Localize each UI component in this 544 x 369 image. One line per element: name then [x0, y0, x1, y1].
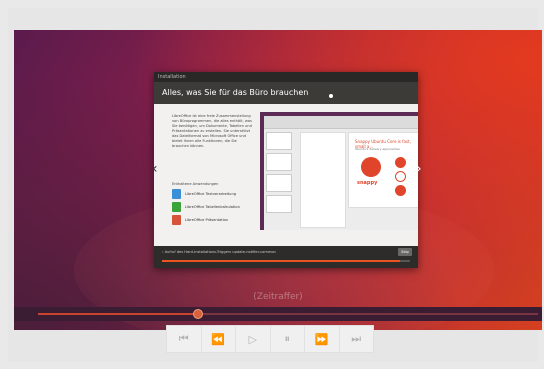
included-apps: Enthaltene Anwendungen LibreOffice Textv… [172, 182, 252, 228]
carousel-next-icon[interactable]: › [416, 162, 422, 176]
installer-header: Alles, was Sie für das Büro brauchen [154, 82, 418, 104]
app-label: LibreOffice Tabellenkalkulation [185, 205, 240, 209]
installer-progress-fill [162, 260, 401, 262]
skip-to-end-button[interactable]: ⏭ [340, 326, 374, 352]
slide-thumbnail [266, 132, 292, 150]
seek-bar[interactable] [14, 307, 542, 321]
bullet-icon [395, 185, 406, 196]
impress-icon [172, 215, 181, 225]
skip-to-end-icon: ⏭ [351, 332, 362, 345]
libreoffice-screenshot: Snappy Ubuntu Core is fast, small a... U… [264, 116, 418, 230]
installer-footer: › Aufruf des Hard-Installations-Triggers… [154, 246, 418, 268]
slide-thumbnail [266, 153, 292, 171]
app-row-writer: LibreOffice Textverarbeitung [172, 189, 252, 199]
play-button[interactable]: ▷ [236, 326, 271, 352]
calc-icon [172, 202, 181, 212]
installer-status: › Aufruf des Hard-Installations-Triggers… [162, 250, 276, 254]
app-row-impress: LibreOffice Präsentation [172, 215, 252, 225]
carousel-prev-icon[interactable]: ‹ [152, 162, 158, 176]
seek-fill [38, 313, 198, 315]
fast-forward-icon: ⏩ [314, 332, 329, 346]
skip-to-start-button[interactable]: ⏮ [167, 326, 202, 352]
slide-thumbnail [266, 174, 292, 192]
skip-button[interactable]: Skip [398, 248, 412, 256]
writer-icon [172, 189, 181, 199]
app-row-calc: LibreOffice Tabellenkalkulation [172, 202, 252, 212]
libreoffice-toolbar [264, 116, 418, 129]
slide-subtitle: Ubuntu's delivery approaches [355, 147, 400, 151]
playback-controls: ⏮ ⏪ ▷ ⏸ ⏩ ⏭ [166, 325, 374, 353]
video-frame[interactable]: Installation Alles, was Sie für das Büro… [14, 30, 542, 330]
slide-thumbnails [266, 132, 292, 228]
slide-preview: Snappy Ubuntu Core is fast, small a... U… [348, 132, 418, 208]
fast-forward-button[interactable]: ⏩ [305, 326, 340, 352]
installer-progress-bar [162, 260, 410, 262]
installer-window: Installation Alles, was Sie für das Büro… [152, 72, 422, 268]
seek-handle[interactable] [193, 309, 203, 319]
app-label: LibreOffice Textverarbeitung [185, 192, 237, 196]
slide-panel [300, 132, 346, 228]
installer-body: LibreOffice ist eine freie Zusammenstell… [152, 104, 422, 246]
snappy-logo-text: snappy [357, 180, 378, 186]
video-caption: (Zeitraffer) [253, 292, 303, 302]
rewind-button[interactable]: ⏪ [202, 326, 236, 352]
pause-icon: ⏸ [284, 332, 291, 345]
video-player: Installation Alles, was Sie für das Büro… [8, 8, 542, 362]
installer-titlebar: Installation [154, 72, 418, 82]
screenshot-carousel: Snappy Ubuntu Core is fast, small a... U… [260, 112, 418, 230]
included-apps-title: Enthaltene Anwendungen [172, 182, 219, 186]
installer-description: LibreOffice ist eine freie Zusammenstell… [172, 114, 252, 148]
rewind-icon: ⏪ [211, 332, 226, 346]
bullet-icon [395, 171, 406, 182]
mouse-cursor-icon [329, 94, 333, 98]
bullet-icon [395, 157, 406, 168]
skip-to-start-icon: ⏮ [178, 332, 189, 345]
seek-track[interactable] [38, 309, 538, 319]
pause-button[interactable]: ⏸ [271, 326, 305, 352]
snappy-logo-icon [361, 157, 381, 177]
app-label: LibreOffice Präsentation [185, 218, 229, 222]
play-icon: ▷ [248, 332, 257, 346]
slide-thumbnail [266, 195, 292, 213]
